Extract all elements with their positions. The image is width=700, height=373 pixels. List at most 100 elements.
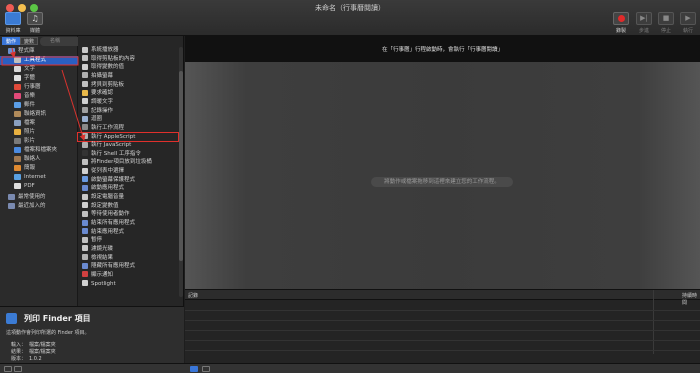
address-icon — [14, 155, 21, 162]
description-result-row: 結果： 檔案/檔案夾 — [6, 348, 56, 355]
action-item[interactable]: 啟動應用程式 — [78, 184, 178, 192]
library-label: 資料庫 — [5, 28, 21, 34]
step-icon: ▶| — [636, 12, 652, 25]
toggle-library-icon[interactable] — [4, 366, 12, 372]
library-item[interactable]: 最近加入的 — [0, 202, 78, 211]
action-item[interactable]: 將Finder項目放到垃圾桶 — [78, 158, 178, 166]
library-item[interactable]: 郵件 — [0, 101, 78, 110]
action-item-label: 等待使用者動作 — [91, 211, 130, 218]
library-button[interactable]: 資料庫 — [2, 12, 24, 34]
tab-variables[interactable]: 變數 — [20, 37, 39, 45]
action-item[interactable]: 結束應用程式 — [78, 228, 178, 236]
action-item[interactable]: 執行工作流程 — [78, 124, 178, 132]
step-button[interactable]: ▶| 步進 — [633, 12, 655, 34]
library-item[interactable]: 字體 — [0, 74, 78, 83]
action-item[interactable]: 等待使用者動作 — [78, 210, 178, 218]
version-key: 版本： — [10, 356, 26, 362]
library-item-label: 聯絡人 — [24, 156, 41, 162]
actions-scrollbar-thumb[interactable] — [179, 71, 183, 261]
action-item-label: 取得變數的值 — [91, 64, 125, 71]
columns-view-icon[interactable] — [202, 366, 210, 372]
library-item[interactable]: 聯絡人 — [0, 155, 78, 164]
action-item[interactable]: 取得變數的值 — [78, 63, 178, 71]
library-item[interactable]: 工具程式 — [0, 56, 78, 65]
library-item[interactable]: 照片 — [0, 128, 78, 137]
action-item-label: 將Finder項目放到垃圾桶 — [91, 159, 152, 166]
version-value: 1.0.2 — [29, 356, 42, 362]
description-version-row: 版本： 1.0.2 — [6, 355, 42, 362]
library-item[interactable]: 檔案和檔案夾 — [0, 146, 78, 155]
variable-icon — [82, 63, 88, 70]
action-item[interactable]: 隱藏所有應用程式 — [78, 262, 178, 270]
list-view-icon[interactable] — [190, 366, 198, 372]
contacts-icon — [14, 110, 21, 117]
library-item[interactable]: PDF — [0, 182, 78, 191]
tab-actions[interactable]: 動作 — [2, 37, 21, 45]
library-item[interactable]: 聯絡資訊 — [0, 110, 78, 119]
workflow-drop-zone[interactable]: 將動作或檔案拖移到這裡來建立您的工作流程。 — [185, 62, 700, 289]
action-item[interactable]: 檢視結果 — [78, 254, 178, 262]
library-item-label: 檔案和檔案夾 — [24, 147, 58, 153]
log-column-header[interactable]: 記錄 — [188, 292, 198, 299]
action-item[interactable]: 系統播放器 — [78, 46, 178, 54]
action-item[interactable]: 設定電腦音量 — [78, 193, 178, 201]
library-item[interactable]: 文字 — [0, 65, 78, 74]
action-item[interactable]: Spotlight — [78, 280, 178, 288]
library-item[interactable]: 音樂 — [0, 92, 78, 101]
action-item[interactable]: 濾鏡光碟 — [78, 245, 178, 253]
action-item[interactable]: 啟動螢幕保護程式 — [78, 176, 178, 184]
library-item[interactable]: 行事曆 — [0, 83, 78, 92]
action-item[interactable]: 執行 JavaScript — [78, 141, 178, 149]
run-button[interactable]: ▶ 執行 — [677, 12, 699, 34]
action-item-label: 顯示通知 — [91, 271, 114, 278]
library-item[interactable]: 程式庫 — [0, 47, 78, 56]
action-item[interactable]: 設定變數值 — [78, 202, 178, 210]
action-item[interactable]: 從列表中選擇 — [78, 167, 178, 175]
hide-icon — [82, 262, 88, 269]
loop-icon — [82, 115, 88, 122]
library-item[interactable]: 簡報 — [0, 164, 78, 173]
stop-button[interactable]: ■ 停止 — [655, 12, 677, 34]
pdf-icon — [14, 182, 21, 189]
action-item[interactable]: 記錄操作 — [78, 107, 178, 115]
library-item[interactable]: 檔案 — [0, 119, 78, 128]
log-icon — [82, 107, 88, 114]
record-button[interactable]: 錄製 — [610, 12, 632, 34]
finder-icon — [14, 146, 21, 153]
action-item[interactable]: 調暖文字 — [78, 98, 178, 106]
log-row-divider — [185, 330, 700, 331]
action-item[interactable]: 顯示通知 — [78, 271, 178, 279]
action-item[interactable]: 拍攝螢幕 — [78, 72, 178, 80]
media-button[interactable]: ♫ 媒體 — [24, 12, 46, 34]
movie-icon — [14, 137, 21, 144]
library-item[interactable]: 最常使用的 — [0, 193, 78, 202]
duration-column-header[interactable]: 持續時間 — [682, 292, 700, 306]
library-item-label: 聯絡資訊 — [24, 111, 47, 117]
actions-scrollbar[interactable] — [179, 47, 183, 297]
finder-icon — [6, 313, 17, 324]
internet-icon — [14, 173, 21, 180]
action-item[interactable]: 拷貝到剪貼板 — [78, 81, 178, 89]
action-item[interactable]: 結束所有應用程式 — [78, 219, 178, 227]
library-item[interactable]: Internet — [0, 173, 78, 182]
library-item-label: 最常使用的 — [18, 194, 46, 200]
action-item[interactable]: 要求確認 — [78, 89, 178, 97]
action-item[interactable]: 執行 Shell 工序指令 — [78, 150, 178, 158]
run-icon: ▶ — [680, 12, 696, 25]
library-item[interactable]: 影片 — [0, 137, 78, 146]
workflow-area[interactable]: 在「行事曆」行程啟動時，會執行「行事曆閱讀」 將動作或檔案拖移到這裡來建立您的工… — [185, 36, 700, 289]
toggle-description-icon[interactable] — [14, 366, 22, 372]
action-item[interactable]: 取得剪貼板的內容 — [78, 55, 178, 63]
action-item[interactable]: 執行 AppleScript — [77, 131, 179, 142]
log-row-divider — [185, 340, 700, 341]
run-label: 執行 — [682, 28, 693, 34]
library-icon — [5, 12, 21, 25]
action-item-label: 執行 AppleScript — [91, 133, 136, 140]
results-icon — [82, 254, 88, 261]
action-item-label: 執行 Shell 工序指令 — [91, 150, 141, 157]
action-item[interactable]: 暫停 — [78, 236, 178, 244]
recent-icon — [8, 202, 15, 209]
action-item[interactable]: 迴圈 — [78, 115, 178, 123]
action-item-label: 要求確認 — [91, 90, 114, 97]
action-item-label: 濾鏡光碟 — [91, 245, 114, 252]
